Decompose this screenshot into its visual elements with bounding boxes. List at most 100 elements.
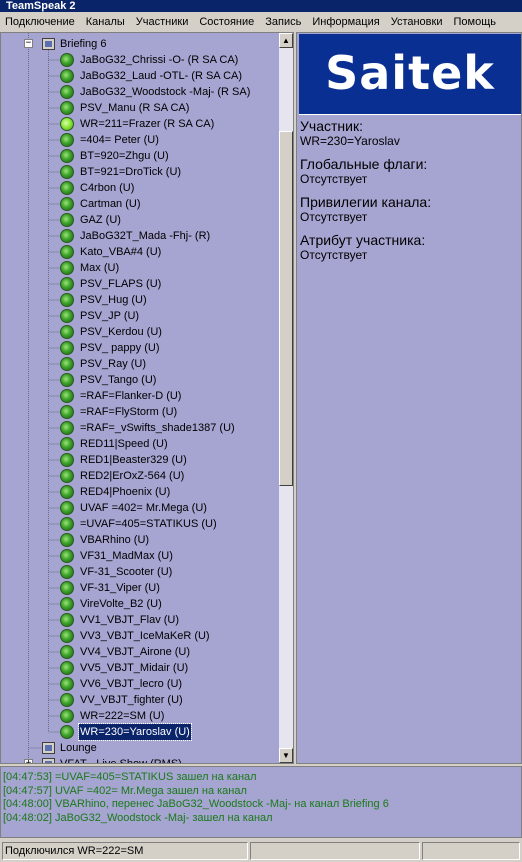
expander-icon[interactable]: + bbox=[24, 759, 33, 763]
user-row[interactable]: PSV_JP (U) bbox=[1, 308, 279, 324]
user-row[interactable]: BT=920=Zhgu (U) bbox=[1, 148, 279, 164]
user-name: PSV_Ray (U) bbox=[80, 358, 147, 370]
user-row[interactable]: VV4_VBJT_Airone (U) bbox=[1, 644, 279, 660]
status-cell-3 bbox=[422, 842, 520, 860]
user-row[interactable]: =RAF=FlyStorm (U) bbox=[1, 404, 279, 420]
menu-item[interactable]: Помощь bbox=[448, 12, 502, 32]
event-log[interactable]: [04:47:53] =UVAF=405=STATIKUS зашел на к… bbox=[0, 766, 522, 838]
status-cell-2 bbox=[250, 842, 420, 860]
user-row[interactable]: Cartman (U) bbox=[1, 196, 279, 212]
user-row[interactable]: =UVAF=405=STATIKUS (U) bbox=[1, 516, 279, 532]
user-row[interactable]: RED4|Phoenix (U) bbox=[1, 484, 279, 500]
user-name: PSV_Tango (U) bbox=[80, 374, 157, 386]
user-row[interactable]: RED11|Speed (U) bbox=[1, 436, 279, 452]
user-row[interactable]: VF31_MadMax (U) bbox=[1, 548, 279, 564]
menu-item[interactable]: Каналы bbox=[81, 12, 131, 32]
user-status-icon bbox=[60, 149, 74, 163]
user-row[interactable]: PSV_FLAPS (U) bbox=[1, 276, 279, 292]
channel-briefing-6[interactable]: − Briefing 6 bbox=[1, 36, 279, 52]
user-name: GAZ (U) bbox=[80, 214, 121, 226]
menu-item[interactable]: Информация bbox=[307, 12, 385, 32]
user-row[interactable]: RED1|Beaster329 (U) bbox=[1, 452, 279, 468]
user-row[interactable]: WR=222=SM (U) bbox=[1, 708, 279, 724]
user-row[interactable]: UVAF =402= Mr.Mega (U) bbox=[1, 500, 279, 516]
user-row[interactable]: JaBoG32_Woodstock -Maj- (R SA) bbox=[1, 84, 279, 100]
user-row[interactable]: GAZ (U) bbox=[1, 212, 279, 228]
user-row[interactable]: Kato_VBA#4 (U) bbox=[1, 244, 279, 260]
user-row[interactable]: =404= Peter (U) bbox=[1, 132, 279, 148]
user-row[interactable]: =RAF=_vSwifts_shade1387 (U) bbox=[1, 420, 279, 436]
user-status-icon bbox=[60, 421, 74, 435]
user-name: PSV_JP (U) bbox=[80, 310, 140, 322]
user-row[interactable]: Max (U) bbox=[1, 260, 279, 276]
user-row[interactable]: VireVolte_B2 (U) bbox=[1, 596, 279, 612]
scroll-up-button[interactable]: ▲ bbox=[279, 33, 293, 48]
user-row[interactable]: JaBoG32_Laud -OTL- (R SA CA) bbox=[1, 68, 279, 84]
channel-privileges-section: Привилегии канала: Отсутствует bbox=[300, 195, 431, 225]
user-name: RED2|ErOxZ-564 (U) bbox=[80, 470, 185, 482]
user-row[interactable]: JaBoG32T_Mada -Fhj- (R) bbox=[1, 228, 279, 244]
title-bar: TeamSpeak 2 bbox=[0, 0, 522, 12]
tree-scrollbar[interactable]: ▲ ▼ bbox=[279, 33, 293, 763]
menu-item[interactable]: Запись bbox=[260, 12, 307, 32]
user-row[interactable]: WR=230=Yaroslav (U) bbox=[1, 723, 279, 741]
user-row[interactable]: RED2|ErOxZ-564 (U) bbox=[1, 468, 279, 484]
user-row[interactable]: VBARhino (U) bbox=[1, 532, 279, 548]
user-row[interactable]: VV_VBJT_fighter (U) bbox=[1, 692, 279, 708]
scroll-thumb[interactable] bbox=[279, 131, 293, 486]
participant-label: Участник: bbox=[300, 118, 363, 134]
user-name: PSV_Manu (R SA CA) bbox=[80, 102, 190, 114]
user-row[interactable]: VF-31_Viper (U) bbox=[1, 580, 279, 596]
user-row[interactable]: PSV_Manu (R SA CA) bbox=[1, 100, 279, 116]
user-status-icon bbox=[60, 549, 74, 563]
global-flags-value: Отсутствует bbox=[300, 172, 368, 186]
user-status-icon bbox=[60, 229, 74, 243]
user-name: BT=920=Zhgu (U) bbox=[80, 150, 169, 162]
channel-vfat-live-show[interactable]: + VFAT - Live Show (RMS) bbox=[1, 756, 279, 763]
user-status-icon bbox=[60, 101, 74, 115]
channel-tree[interactable]: − Briefing 6 JaBoG32_Chrissi -O- (R SA CA)… bbox=[0, 32, 294, 764]
user-name: JaBoG32_Chrissi -O- (R SA CA) bbox=[80, 54, 239, 66]
user-name: BT=921=DroTick (U) bbox=[80, 166, 182, 178]
user-status-icon bbox=[60, 85, 74, 99]
channel-label: Lounge bbox=[60, 742, 97, 754]
user-status-icon bbox=[60, 581, 74, 595]
user-row[interactable]: PSV_Ray (U) bbox=[1, 356, 279, 372]
global-flags-section: Глобальные флаги: Отсутствует bbox=[300, 157, 427, 187]
user-status-icon bbox=[60, 469, 74, 483]
menu-item[interactable]: Состояние bbox=[194, 12, 260, 32]
user-name: PSV_ pappy (U) bbox=[80, 342, 160, 354]
user-row[interactable]: PSV_Kerdou (U) bbox=[1, 324, 279, 340]
user-name: =RAF=FlyStorm (U) bbox=[80, 406, 178, 418]
user-row[interactable]: PSV_ pappy (U) bbox=[1, 340, 279, 356]
user-status-icon bbox=[60, 725, 74, 739]
user-row[interactable]: PSV_Tango (U) bbox=[1, 372, 279, 388]
menu-item[interactable]: Участники bbox=[131, 12, 195, 32]
scroll-down-button[interactable]: ▼ bbox=[279, 748, 293, 763]
user-name: Cartman (U) bbox=[80, 198, 141, 210]
user-row[interactable]: C4rbon (U) bbox=[1, 180, 279, 196]
user-row[interactable]: VV3_VBJT_IceMaKeR (U) bbox=[1, 628, 279, 644]
user-status-icon bbox=[60, 245, 74, 259]
user-status-icon bbox=[60, 197, 74, 211]
logo-text: Saitek bbox=[325, 46, 495, 100]
menu-item[interactable]: Установки bbox=[386, 12, 449, 32]
menu-item[interactable]: Подключение bbox=[0, 12, 81, 32]
user-name: RED11|Speed (U) bbox=[80, 438, 168, 450]
user-row[interactable]: WR=211=Frazer (R SA CA) bbox=[1, 116, 279, 132]
user-name: RED4|Phoenix (U) bbox=[80, 486, 171, 498]
user-row[interactable]: BT=921=DroTick (U) bbox=[1, 164, 279, 180]
user-row[interactable]: VV6_VBJT_lecro (U) bbox=[1, 676, 279, 692]
user-name: VF-31_Scooter (U) bbox=[80, 566, 173, 578]
channel-icon bbox=[42, 38, 55, 50]
user-row[interactable]: VV1_VBJT_Flav (U) bbox=[1, 612, 279, 628]
user-row[interactable]: JaBoG32_Chrissi -O- (R SA CA) bbox=[1, 52, 279, 68]
user-row[interactable]: VF-31_Scooter (U) bbox=[1, 564, 279, 580]
expander-icon[interactable]: − bbox=[24, 39, 33, 48]
user-row[interactable]: PSV_Hug (U) bbox=[1, 292, 279, 308]
user-row[interactable]: VV5_VBJT_Midair (U) bbox=[1, 660, 279, 676]
user-name: JaBoG32_Laud -OTL- (R SA CA) bbox=[80, 70, 243, 82]
user-row[interactable]: =RAF=Flanker-D (U) bbox=[1, 388, 279, 404]
channel-lounge[interactable]: Lounge bbox=[1, 740, 279, 756]
user-name: VV4_VBJT_Airone (U) bbox=[80, 646, 191, 658]
